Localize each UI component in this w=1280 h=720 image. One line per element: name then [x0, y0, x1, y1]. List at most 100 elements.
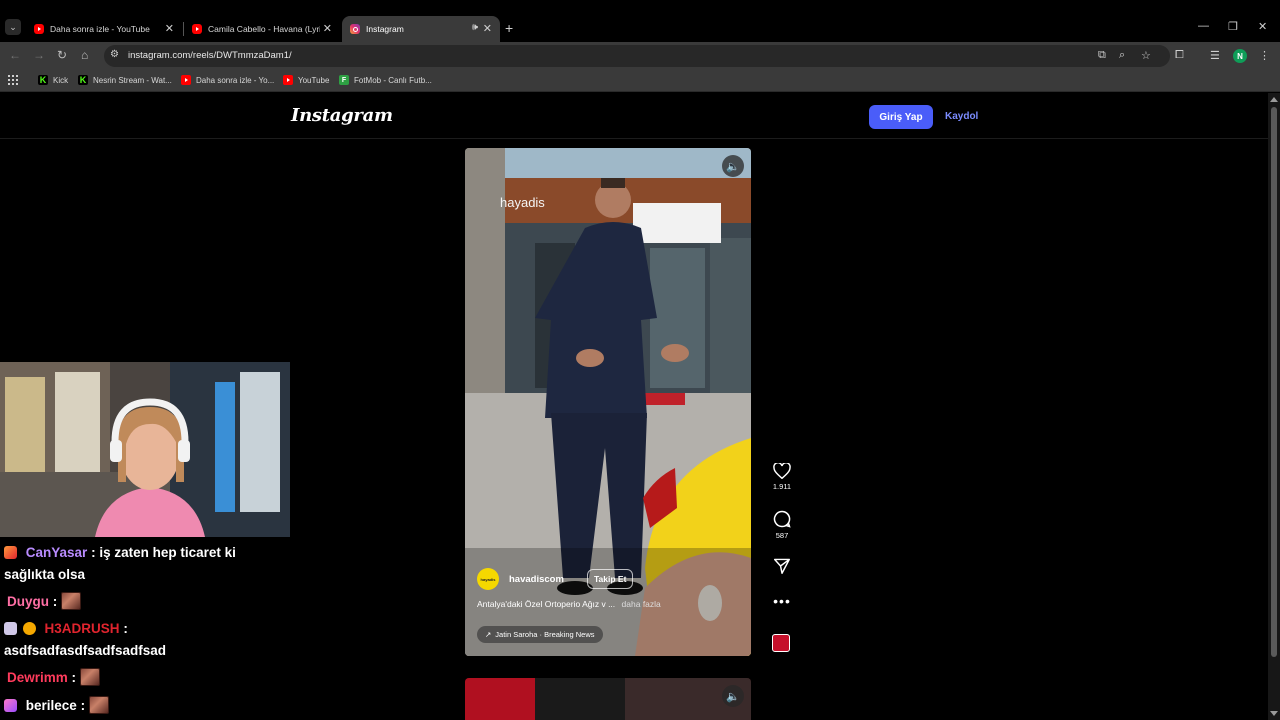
- restore-icon[interactable]: ❐: [1228, 20, 1238, 33]
- tab-instagram[interactable]: Instagram 🕪 ✕: [342, 16, 500, 42]
- tab-title: Daha sonra izle - YouTube: [50, 24, 150, 34]
- account-username[interactable]: havadiscom: [509, 574, 564, 585]
- tab-title: Instagram: [366, 24, 404, 34]
- home-icon[interactable]: ⌂: [81, 48, 88, 62]
- chat-username[interactable]: H3ADRUSH: [45, 621, 120, 636]
- bookmark-kick[interactable]: K Kick: [38, 75, 68, 85]
- close-icon[interactable]: ✕: [323, 22, 332, 35]
- chat-text: : iş zaten hep ticaret ki: [91, 545, 236, 560]
- next-reel-preview[interactable]: 🔈: [465, 678, 751, 720]
- bookmark-label: FotMob - Canlı Futb...: [354, 75, 432, 85]
- bookmark-label: YouTube: [298, 75, 330, 85]
- caption-text: Antalya'daki Özel Ortoperio Ağız v ...: [477, 599, 616, 609]
- follow-button[interactable]: Takip Et: [587, 569, 634, 589]
- arrow-up-right-icon: ↗: [485, 630, 492, 639]
- badge-icon: [4, 622, 17, 635]
- reload-icon[interactable]: ↻: [57, 48, 67, 62]
- kick-icon: K: [78, 75, 88, 85]
- youtube-icon: [34, 24, 44, 34]
- url-text[interactable]: instagram.com/reels/DWTmmzaDam1/: [128, 50, 292, 61]
- mute-toggle-icon[interactable]: 🔈: [722, 155, 744, 177]
- mute-toggle-icon[interactable]: 🔈: [722, 685, 744, 707]
- signup-link[interactable]: Kaydol: [945, 111, 978, 122]
- instagram-logo[interactable]: Instagram: [291, 105, 393, 126]
- comment-button[interactable]: 587: [771, 510, 793, 540]
- bookmark-fotmob[interactable]: F FotMob - Canlı Futb...: [339, 75, 432, 85]
- tab-strip: ⌄ Daha sonra izle - YouTube ✕ Camila Cab…: [0, 0, 1280, 42]
- login-button[interactable]: Giriş Yap: [869, 105, 933, 129]
- emote-icon: [61, 592, 82, 610]
- like-count: 1.911: [772, 482, 792, 491]
- reel-caption: Antalya'daki Özel Ortoperio Ağız v ... d…: [477, 599, 661, 609]
- back-icon[interactable]: ←: [9, 48, 21, 62]
- address-bar[interactable]: ⚙ instagram.com/reels/DWTmmzaDam1/ ⧉ ⌕ ☆: [104, 45, 1170, 67]
- tab-daha-sonra-izle[interactable]: Daha sonra izle - YouTube ✕: [26, 16, 182, 42]
- chat-username[interactable]: Dewrimm: [7, 670, 68, 685]
- chat-message: Dewrimm :: [4, 667, 100, 689]
- youtube-icon: [181, 75, 191, 85]
- speaker-icon[interactable]: 🕪: [472, 22, 478, 33]
- page-scrollbar[interactable]: [1268, 93, 1280, 720]
- sub-badge-icon: [4, 546, 17, 559]
- webcam-frame: [0, 362, 290, 537]
- youtube-icon: [283, 75, 293, 85]
- badge-icon: [4, 699, 17, 712]
- extensions-icon[interactable]: ⧠: [1175, 49, 1184, 62]
- comment-icon: [773, 510, 791, 528]
- chat-message-continuation: asdfsadfasdfsadfsadfsad: [4, 640, 166, 662]
- share-button[interactable]: [771, 558, 793, 574]
- youtube-icon: [192, 24, 202, 34]
- more-link[interactable]: daha fazla: [622, 599, 661, 609]
- minimize-icon[interactable]: —: [1198, 20, 1209, 32]
- scroll-up-icon[interactable]: [1270, 97, 1278, 102]
- account-avatar[interactable]: hayadis: [477, 568, 499, 590]
- chat-message: Duygu :: [4, 591, 82, 613]
- more-dots-icon: •••: [773, 593, 791, 609]
- new-tab-button[interactable]: +: [505, 20, 513, 36]
- apps-grid-icon[interactable]: [8, 75, 18, 85]
- next-reel-frame: [465, 678, 751, 720]
- scrollbar-thumb[interactable]: [1271, 107, 1277, 657]
- bookmark-star-icon[interactable]: ☆: [1141, 49, 1151, 62]
- chat-message: berilece :: [4, 695, 109, 717]
- bookmark-daha-sonra-izle[interactable]: Daha sonra izle - Yo...: [181, 75, 274, 85]
- media-control-icon[interactable]: ☰: [1210, 49, 1220, 62]
- reel-video[interactable]: hayadis 🔈 hayadis havadiscom Takip Et An…: [465, 148, 751, 656]
- emote-icon: [88, 696, 109, 714]
- like-button[interactable]: 1.911: [771, 463, 793, 491]
- chat-message-continuation: sağlıkta olsa: [4, 564, 85, 586]
- close-icon[interactable]: ✕: [165, 22, 174, 35]
- chat-message: CanYasar : iş zaten hep ticaret ki: [4, 542, 236, 564]
- site-info-icon[interactable]: ⚙: [110, 49, 119, 60]
- chat-text: sağlıkta olsa: [4, 567, 86, 582]
- bookmarks-bar: K Kick K Nesrin Stream - Wat... Daha son…: [0, 70, 1280, 92]
- tier-badge-icon: [22, 622, 36, 635]
- chat-text: :: [80, 698, 86, 713]
- chat-username[interactable]: CanYasar: [26, 545, 88, 560]
- bookmark-nesrin-stream[interactable]: K Nesrin Stream - Wat...: [78, 75, 172, 85]
- send-icon: [774, 558, 790, 574]
- chat-text: asdfsadfasdfsadfsadfsad: [4, 643, 167, 658]
- bookmark-youtube[interactable]: YouTube: [283, 75, 329, 85]
- profile-avatar[interactable]: N: [1233, 49, 1247, 63]
- chat-username[interactable]: berilece: [26, 698, 77, 713]
- close-icon[interactable]: ✕: [483, 22, 492, 35]
- zoom-icon[interactable]: ⌕: [1119, 49, 1125, 62]
- chat-username[interactable]: Duygu: [7, 594, 49, 609]
- tab-camila-cabello[interactable]: Camila Cabello - Havana (Lyrics ✕: [184, 16, 340, 42]
- scroll-down-icon[interactable]: [1270, 711, 1278, 716]
- menu-icon[interactable]: ⋮: [1259, 49, 1270, 62]
- forward-icon[interactable]: →: [33, 48, 45, 62]
- audio-attribution[interactable]: ↗ Jatin Saroha · Breaking News: [477, 626, 603, 643]
- audio-label: Jatin Saroha · Breaking News: [495, 630, 595, 639]
- audio-thumbnail[interactable]: [772, 634, 790, 652]
- close-window-icon[interactable]: ✕: [1258, 20, 1267, 33]
- more-options-button[interactable]: •••: [771, 593, 793, 609]
- tab-search-button[interactable]: ⌄: [5, 19, 21, 35]
- bookmark-label: Daha sonra izle - Yo...: [196, 75, 275, 85]
- kick-icon: K: [38, 75, 48, 85]
- browser-toolbar: ← → ↻ ⌂ ⚙ instagram.com/reels/DWTmmzaDam…: [0, 42, 1280, 70]
- webcam-overlay: [0, 362, 290, 537]
- chat-text: :: [52, 594, 58, 609]
- install-app-icon[interactable]: ⧉: [1098, 49, 1106, 62]
